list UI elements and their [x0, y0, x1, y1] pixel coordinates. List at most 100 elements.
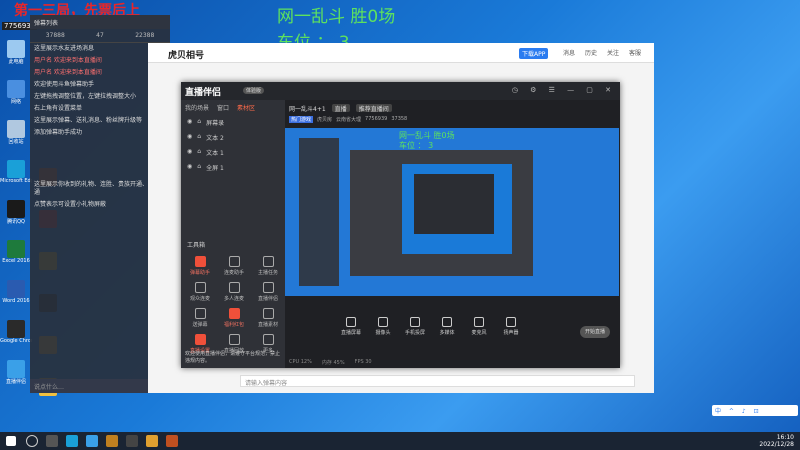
info-room: 虎贝房 [317, 117, 333, 123]
tool-icon [194, 308, 206, 319]
tool-icon [228, 308, 240, 319]
source-label: 扬声器 [503, 330, 519, 336]
stat-comments: 47 [96, 32, 104, 39]
tab-assets[interactable]: 素材区 [237, 103, 255, 112]
source-button[interactable]: 摄像头 [371, 317, 395, 336]
app-icon-4[interactable] [166, 435, 178, 447]
desktop-icon[interactable]: 回收站 [0, 120, 32, 145]
stream-title[interactable]: 网一乱斗4+1 [289, 104, 326, 113]
stream-companion-window[interactable]: 直播伴侣 体验版 ◷ ⚙ ☰ — ▢ ✕ 我的场景 窗口 素材区 ◉ ⌂ 屏幕录 ◉ ⌂… [181, 82, 620, 368]
preview-nested-3 [414, 174, 494, 234]
preview-overlay-title: 网一乱斗 胜0场 [399, 131, 455, 140]
tab-window[interactable]: 窗口 [217, 103, 229, 112]
source-label: 多媒体 [439, 330, 455, 336]
desktop-icon[interactable]: 直播伴侣 [0, 360, 32, 385]
tool-icon [194, 334, 206, 345]
desktop-icon[interactable]: Microsoft Edge [0, 160, 32, 184]
app-icon-3[interactable] [146, 435, 158, 447]
desktop-icon[interactable]: 网络 [0, 80, 32, 105]
tool-label: 直播伴侣 [257, 296, 278, 302]
eye-icon[interactable]: ◉ [187, 118, 192, 127]
scene-item[interactable]: ◉ ⌂ 文本 2 [181, 130, 285, 145]
tool-icon [194, 256, 206, 267]
start-stream-button[interactable]: 开始直播 [580, 326, 610, 338]
lock-icon[interactable]: ⌂ [197, 133, 201, 142]
tool-item[interactable]: 送弹幕 [185, 308, 215, 328]
nav-message[interactable]: 消息 [563, 48, 575, 57]
edge-icon[interactable] [66, 435, 78, 447]
windows-start-icon[interactable] [6, 436, 16, 446]
download-app-button[interactable]: 下载APP [519, 48, 549, 59]
source-button[interactable]: 麦克风 [467, 317, 491, 336]
stat-likes: 22388 [135, 32, 155, 39]
source-icon [474, 317, 484, 327]
preview-overlay-slot: 车位 ： 3 [399, 141, 434, 150]
window-controls[interactable]: ◷ ⚙ ☰ — ▢ ✕ [512, 86, 616, 94]
lock-icon[interactable]: ⌂ [197, 148, 201, 157]
app-icon [7, 80, 25, 98]
tool-label: 多人连麦 [223, 296, 244, 302]
tool-label: 送弹幕 [192, 322, 208, 328]
app-icon-1[interactable] [106, 435, 118, 447]
stat-viewers: 37888 [45, 32, 65, 39]
scene-label: 全屏 1 [206, 165, 224, 172]
desktop-icon[interactable]: 腾讯QQ [0, 200, 32, 225]
source-button[interactable]: 直播屏幕 [339, 317, 363, 336]
danmaku-stats: 37888 47 22388 [30, 29, 170, 43]
tool-item[interactable]: 观众连麦 [185, 282, 215, 302]
app-icon [7, 160, 25, 178]
tool-item[interactable]: 直播伴侣 [253, 282, 283, 302]
status-mem: 内存 45% [321, 360, 345, 366]
danmaku-input[interactable]: 请输入弹幕内容 [240, 375, 635, 387]
lock-icon[interactable]: ⌂ [197, 118, 201, 127]
desktop-icon-label: Word 2016 [2, 298, 30, 304]
scene-item[interactable]: ◉ ⌂ 全屏 1 [181, 160, 285, 175]
tool-item[interactable]: 多人连麦 [219, 282, 249, 302]
site-logo[interactable]: 虎贝相号 [168, 48, 204, 61]
source-toolbar: 直播屏幕 摄像头 手机投屏 多媒体 麦克风 扬声器 [285, 317, 620, 336]
tool-item[interactable]: 主播任务 [253, 256, 283, 276]
tool-item[interactable]: 直播素材 [253, 308, 283, 328]
nav-history[interactable]: 历史 [585, 48, 597, 57]
tab-scenes[interactable]: 我的场景 [185, 103, 209, 112]
source-button[interactable]: 多媒体 [435, 317, 459, 336]
eye-icon[interactable]: ◉ [187, 133, 192, 142]
version-badge: 体验版 [243, 87, 265, 94]
stream-category[interactable]: 直播 [331, 104, 350, 113]
lock-icon[interactable]: ⌂ [197, 163, 201, 172]
tool-item[interactable]: 弹幕助手 [185, 256, 215, 276]
task-view-icon[interactable] [46, 435, 58, 447]
info-id: 7756939 [365, 116, 388, 122]
recommend-button[interactable]: 推荐直播间 [355, 104, 392, 113]
nav-follow[interactable]: 关注 [607, 48, 619, 57]
stream-preview[interactable]: 网一乱斗 胜0场 车位 ： 3 [285, 128, 619, 296]
tool-item[interactable]: 连麦助手 [219, 256, 249, 276]
eye-icon[interactable]: ◉ [187, 148, 192, 157]
desktop-icon-label: 腾讯QQ [7, 219, 25, 225]
app-icon-2[interactable] [126, 435, 138, 447]
scene-item[interactable]: ◉ ⌂ 文本 1 [181, 145, 285, 160]
scene-tabs: 我的场景 窗口 素材区 [181, 100, 285, 115]
eye-icon[interactable]: ◉ [187, 163, 192, 172]
search-icon[interactable] [26, 435, 38, 447]
tool-item[interactable]: 福利红包 [219, 308, 249, 328]
desktop-icon[interactable]: Excel 2016 [0, 240, 32, 264]
desktop-icon[interactable]: Word 2016 [0, 280, 32, 304]
desktop-icon-label: Excel 2016 [2, 258, 30, 264]
clock-time: 16:10 [776, 434, 794, 441]
scene-item[interactable]: ◉ ⌂ 屏幕录 [181, 115, 285, 130]
source-button[interactable]: 手机投屏 [403, 317, 427, 336]
system-clock[interactable]: 16:10 2022/12/28 [759, 434, 794, 448]
notice-text: 欢迎使用直播伴侣，请遵守平台规范，禁止违规内容。 [185, 351, 281, 364]
stream-app-icon[interactable] [86, 435, 98, 447]
desktop-icon-label: 此电脑 [8, 59, 24, 65]
desktop-icon[interactable]: 此电脑 [0, 40, 32, 65]
desktop-icon-label: Google Chrome [0, 338, 32, 344]
scene-label: 文本 2 [206, 135, 224, 142]
nav-service[interactable]: 客服 [629, 48, 641, 57]
desktop-icon[interactable]: Google Chrome [0, 320, 32, 344]
preview-nested-2 [402, 164, 512, 254]
source-label: 麦克风 [471, 330, 487, 336]
ime-toolbar[interactable]: 中 ^ ♪ ⊡ [712, 405, 798, 416]
source-button[interactable]: 扬声器 [499, 317, 523, 336]
